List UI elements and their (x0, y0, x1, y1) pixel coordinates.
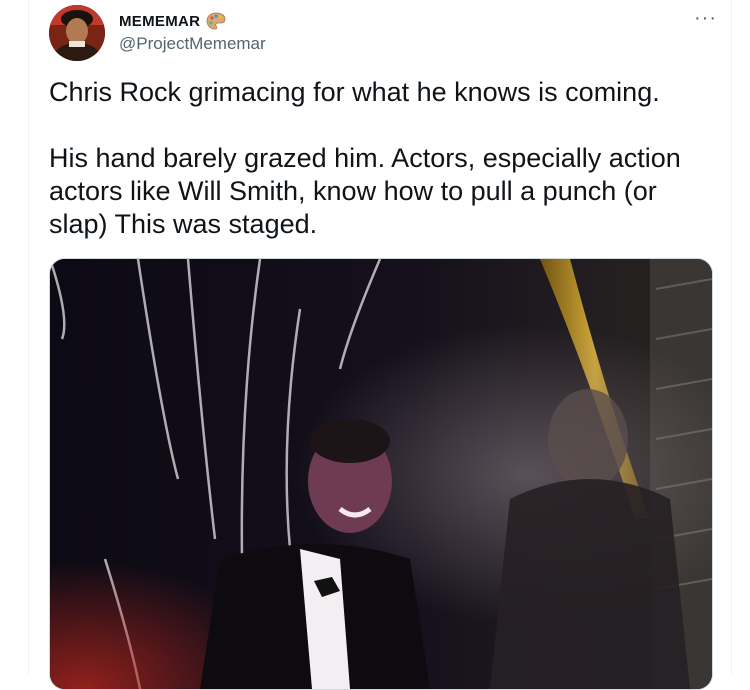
author-name-row: MEMEMAR (119, 11, 226, 31)
tweet-card[interactable]: MEMEMAR @ProjectMememar ··· Chris Rock g… (28, 0, 732, 690)
handle[interactable]: @ProjectMememar (119, 34, 266, 54)
tweet-text: Chris Rock grimacing for what he knows i… (49, 76, 709, 241)
artist-palette-icon (206, 12, 226, 30)
avatar[interactable] (49, 5, 105, 61)
display-name[interactable]: MEMEMAR (119, 13, 200, 30)
tweet-text-paragraph: Chris Rock grimacing for what he knows i… (49, 77, 660, 107)
more-horizontal-icon[interactable]: ··· (694, 8, 717, 28)
video-still-image (50, 259, 712, 689)
tweet-text-paragraph: His hand barely grazed him. Actors, espe… (49, 143, 681, 239)
tweet-media[interactable] (49, 258, 713, 690)
avatar-image (49, 5, 105, 61)
